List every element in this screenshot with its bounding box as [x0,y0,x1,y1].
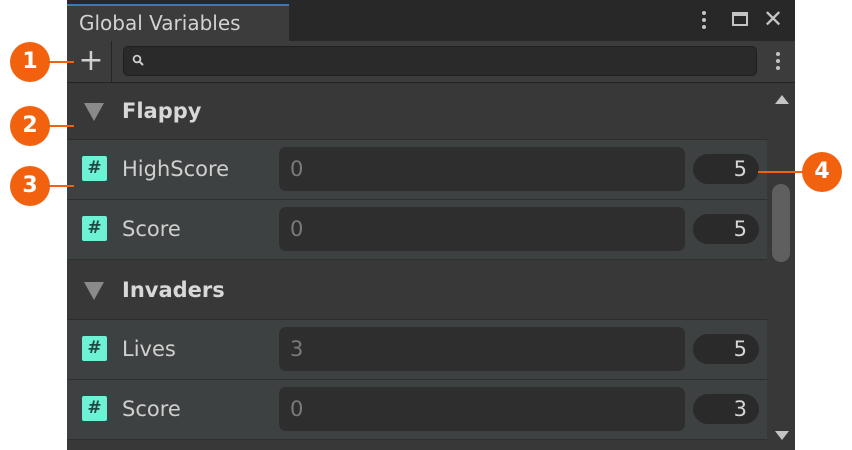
variable-row[interactable]: # Score 0 5 [67,200,767,260]
add-variable-button[interactable]: + [77,45,105,77]
number-type-icon: # [82,336,107,361]
usage-count-badge: 5 [693,334,759,364]
usage-count-badge: 5 [693,154,759,184]
group-title: Invaders [122,278,225,302]
callout-leader-3 [46,185,74,187]
tab-global-variables[interactable]: Global Variables [67,4,289,41]
title-bar: Global Variables ✕ [67,0,795,41]
scroll-thumb[interactable] [772,184,790,262]
collapse-triangle-icon[interactable] [84,282,104,300]
group-header-flappy[interactable]: Flappy [67,83,767,140]
callout-1: 1 [10,42,50,82]
toolbar-divider [111,41,112,82]
close-icon[interactable]: ✕ [763,5,783,33]
number-type-icon: # [82,156,107,181]
global-variables-panel: Global Variables ✕ + Flappy # HighScore … [67,0,795,450]
group-title: Flappy [122,99,202,123]
callout-leader-4 [758,171,804,173]
variable-row[interactable]: # Lives 3 5 [67,320,767,380]
vertical-scrollbar[interactable] [767,83,795,450]
search-icon [132,54,144,66]
variable-value-field[interactable]: 0 [279,387,685,431]
callout-leader-1 [46,61,74,63]
toolbar-kebab-menu-icon[interactable] [776,52,780,73]
callout-2: 2 [10,106,50,146]
number-type-icon: # [82,396,107,421]
variable-row[interactable]: # HighScore 0 5 [67,140,767,200]
toolbar: + [67,41,795,83]
variables-list: Flappy # HighScore 0 5 # Score 0 5 Invad… [67,83,767,450]
variable-value-field[interactable]: 0 [279,147,685,191]
scroll-down-icon[interactable] [775,431,789,440]
maximize-icon[interactable] [732,12,748,26]
search-field[interactable] [123,46,757,77]
group-header-invaders[interactable]: Invaders [67,260,767,320]
variable-name: HighScore [122,157,230,181]
variable-name: Score [122,217,181,241]
window-kebab-menu-icon[interactable] [702,11,706,32]
usage-count-badge: 5 [693,214,759,244]
number-type-icon: # [82,216,107,241]
variable-row[interactable]: # Score 0 3 [67,380,767,440]
variable-name: Score [122,397,181,421]
scroll-up-icon[interactable] [775,95,789,104]
variable-value-field[interactable]: 3 [279,327,685,371]
variable-value-field[interactable]: 0 [279,207,685,251]
search-input[interactable] [150,47,754,77]
callout-4: 4 [802,152,842,192]
callout-leader-2 [46,125,74,127]
collapse-triangle-icon[interactable] [84,103,104,121]
callout-3: 3 [10,166,50,206]
usage-count-badge: 3 [693,394,759,424]
variable-name: Lives [122,337,176,361]
